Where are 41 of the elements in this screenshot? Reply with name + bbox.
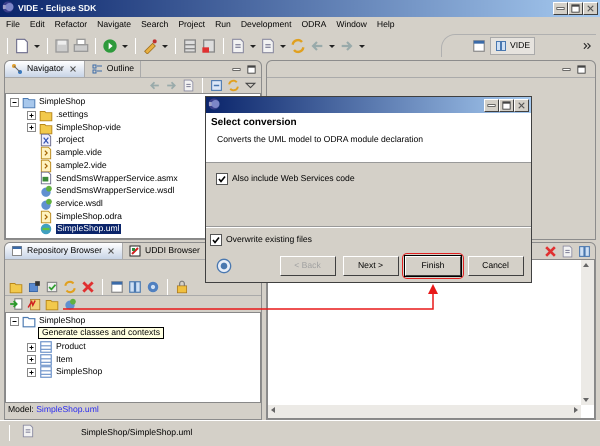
panel-tab[interactable]: Outline — [84, 61, 142, 77]
menu-item[interactable]: Run — [215, 20, 231, 30]
tree-item[interactable]: sample2.vide — [56, 160, 107, 171]
tree-item[interactable]: SendSmsWrapperService.asmx — [56, 174, 178, 184]
dialog-description: Converts the UML model to ODRA module declaration — [216, 132, 424, 144]
tree-item[interactable]: Item — [56, 354, 73, 365]
menu-item[interactable]: File — [6, 20, 20, 30]
tree-item[interactable]: sample.vide — [56, 148, 102, 158]
menu-item[interactable]: Help — [376, 20, 395, 30]
panel-tab[interactable]: Navigator — [5, 61, 85, 77]
tree-item[interactable]: SimpleShop — [56, 367, 102, 378]
checkbox-label[interactable]: Overwrite existing files — [226, 235, 312, 245]
checkbox-label[interactable]: Also include Web Services code — [232, 174, 355, 184]
status-text: SimpleShop/SimpleShop.uml — [81, 428, 192, 438]
menu-item[interactable]: Window — [336, 20, 367, 30]
tree-item[interactable]: SimpleShop.odra — [56, 212, 122, 222]
tree-item[interactable]: SendSmsWrapperService.wsdl — [56, 186, 174, 196]
tree-item[interactable]: .project — [56, 135, 84, 146]
menu-item[interactable]: Refactor — [54, 20, 88, 30]
menu-item[interactable]: Project — [178, 20, 206, 30]
dialog-button[interactable]: Cancel — [468, 256, 524, 276]
menu-item[interactable]: Development — [240, 20, 292, 30]
tooltip: Generate classes and contexts — [38, 327, 164, 339]
dialog-button[interactable]: Finish — [405, 256, 461, 276]
tree-item[interactable]: service.wsdl — [56, 198, 103, 209]
tree-item[interactable]: SimpleShop — [39, 97, 86, 108]
tree-item[interactable]: SimpleShop — [39, 316, 86, 326]
dialog-button[interactable]: Next > — [342, 256, 398, 276]
perspective-button[interactable]: VIDE — [490, 37, 536, 55]
panel-tab[interactable]: Repository Browser — [5, 243, 123, 259]
menu-item[interactable]: Navigate — [97, 20, 132, 30]
menu-item[interactable]: Edit — [30, 20, 45, 30]
menu-item[interactable]: Search — [141, 20, 168, 30]
model-caption: Model: SimpleShop.uml — [7, 403, 100, 416]
tree-item[interactable]: SimpleShop.uml — [56, 224, 121, 234]
dialog-heading: Select conversion — [211, 117, 298, 128]
tree-item[interactable]: Product — [56, 342, 86, 352]
tree-item[interactable]: SimpleShop-vide — [56, 122, 121, 133]
tree-item[interactable]: .settings — [56, 110, 88, 120]
window-title: VIDE - Eclipse SDK — [18, 4, 96, 14]
menu-item[interactable]: ODRA — [301, 20, 326, 30]
